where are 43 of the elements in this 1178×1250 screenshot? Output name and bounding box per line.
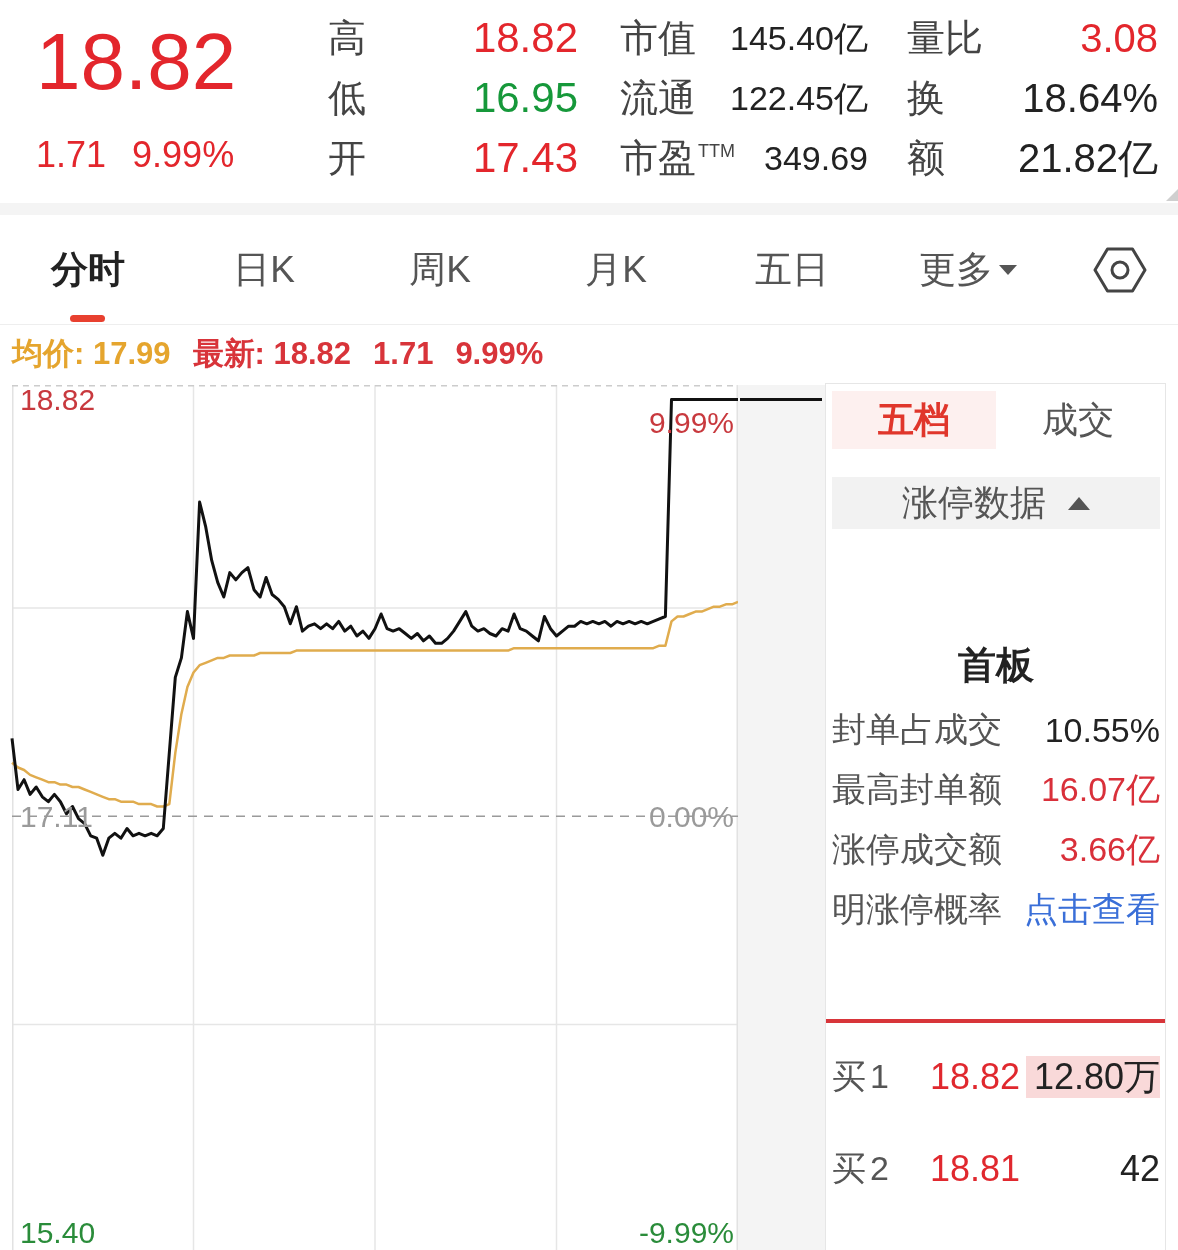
stat-value: 16.07亿: [1040, 769, 1160, 810]
stat-label: 高: [328, 16, 366, 60]
stat-label: 明涨停概率: [832, 889, 1002, 930]
stat-label: 封单占成交: [832, 709, 1002, 750]
stat-value: 21.82亿: [1017, 135, 1158, 182]
stat-value: 3.08: [1080, 15, 1158, 62]
stat-value: 10.55%: [1044, 710, 1160, 750]
order-volume: 12.80万: [1033, 1054, 1160, 1099]
board-status: 首板: [957, 643, 1035, 688]
price-change: 1.71: [36, 133, 107, 177]
percent-change: 9.99%: [132, 133, 235, 177]
stat-value: 349.69: [764, 138, 868, 179]
order-price: 18.82: [930, 1056, 1022, 1098]
latest-price-text: 9.99%: [455, 336, 544, 372]
stat-label: 流通: [620, 76, 696, 120]
latest-price-text: 1.71: [373, 336, 434, 372]
order-level-label: 买1: [832, 1056, 894, 1097]
price-axis-label: 15.40: [20, 1216, 96, 1250]
price-axis-label: 18.82: [20, 383, 96, 417]
stat-value: 18.64%: [1022, 75, 1158, 122]
percent-axis-label: -9.99%: [638, 1216, 734, 1250]
stat-value: 122.45亿: [730, 78, 868, 119]
average-price-text: 均价: 17.99: [12, 335, 171, 373]
stat-label: 量比: [907, 16, 983, 60]
latest-price-text: 最新: 18.82: [192, 335, 352, 373]
stat-value: 18.82: [472, 14, 578, 62]
order-volume: 42: [1119, 1148, 1160, 1190]
stat-label: 开: [328, 136, 366, 180]
stat-label: 额: [907, 136, 945, 180]
order-level-label: 买2: [832, 1148, 894, 1189]
stat-value: 17.43: [472, 134, 578, 182]
stat-label: 换: [907, 76, 945, 120]
stat-label: 最高封单额: [832, 769, 1002, 810]
stat-label: 市值: [620, 16, 696, 60]
stat-label: 涨停成交额: [832, 829, 1002, 870]
order-price: 18.81: [930, 1148, 1022, 1190]
stat-value: 16.95: [472, 74, 578, 122]
stat-label: 低: [328, 76, 366, 120]
stat-label: 市盈$^{TTM}$: [620, 136, 735, 180]
stat-value: 145.40亿: [730, 18, 868, 59]
percent-axis-label: 0.00%: [648, 799, 734, 833]
stat-value: 3.66亿: [1059, 829, 1160, 870]
last-price: 18.82: [36, 16, 238, 108]
